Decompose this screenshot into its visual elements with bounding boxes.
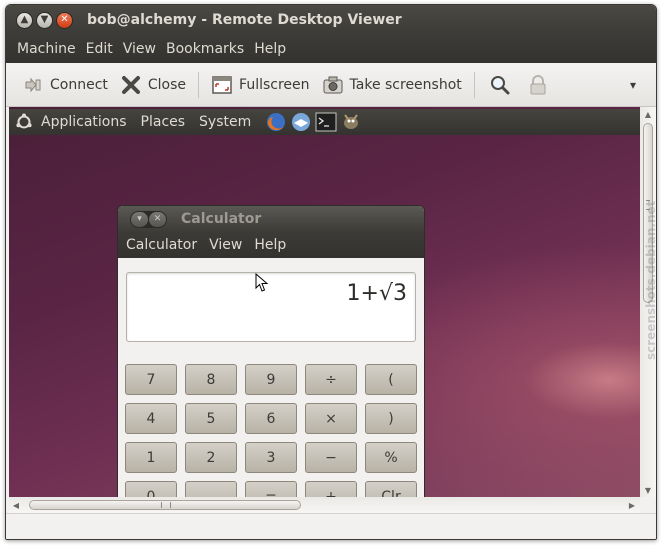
close-icon: ✕: [60, 14, 69, 25]
connect-label: Connect: [50, 76, 108, 93]
connect-button[interactable]: Connect: [16, 70, 114, 100]
lock-button[interactable]: [519, 70, 557, 100]
key-percent[interactable]: %: [365, 442, 417, 473]
key-clear[interactable]: Clr: [365, 481, 417, 497]
calc-menu-calculator[interactable]: Calculator: [120, 237, 203, 253]
key-4[interactable]: 4: [125, 403, 177, 434]
key-7[interactable]: 7: [125, 364, 177, 395]
key-decimal[interactable]: .: [185, 481, 237, 497]
maximize-button[interactable]: ▼: [36, 11, 53, 29]
toolbar: Connect Close Fullscreen Take screenshot: [6, 63, 656, 107]
panel-menu-applications[interactable]: Applications: [41, 114, 127, 130]
take-screenshot-label: Take screenshot: [349, 76, 462, 93]
window-controls: ▲ ▼ ✕: [16, 11, 73, 29]
calculator-window-controls: ▾ ✕: [130, 210, 167, 228]
scroll-down-icon[interactable]: ▼: [640, 483, 656, 497]
firefox-icon[interactable]: [265, 111, 287, 133]
calculator-title: Calculator: [181, 211, 262, 227]
calculator-menu-bar: Calculator View Help: [118, 232, 424, 258]
status-bar: [6, 513, 656, 539]
key-subtract[interactable]: −: [305, 442, 357, 473]
horizontal-scrollbar[interactable]: ◀ ▶: [9, 497, 640, 513]
mouse-pointer-icon: [255, 273, 269, 292]
thunderbird-icon[interactable]: [290, 111, 312, 133]
ubuntu-logo-icon[interactable]: [15, 113, 33, 131]
chevron-up-icon: ▲: [20, 14, 29, 25]
gimp-icon[interactable]: [340, 111, 362, 133]
calculator-close-button[interactable]: ✕: [149, 211, 166, 227]
close-window-button[interactable]: ✕: [56, 11, 73, 29]
key-3[interactable]: 3: [245, 442, 297, 473]
lock-icon: [527, 74, 549, 96]
calculator-title-bar[interactable]: ▾ ✕ Calculator: [118, 206, 424, 232]
menu-bookmarks[interactable]: Bookmarks: [161, 41, 249, 57]
panel-menu-places[interactable]: Places: [141, 114, 186, 130]
magnifier-icon: [489, 74, 511, 96]
key-equals[interactable]: =: [245, 481, 297, 497]
remote-desktop-view[interactable]: Applications Places System ▾ ✕ Calculato…: [9, 107, 640, 497]
key-1[interactable]: 1: [125, 442, 177, 473]
scroll-up-icon[interactable]: ▲: [640, 107, 656, 121]
key-add[interactable]: +: [305, 481, 357, 497]
fullscreen-icon: [211, 74, 233, 96]
menu-help[interactable]: Help: [249, 41, 291, 57]
camera-icon: [322, 74, 344, 96]
close-icon: ✕: [153, 214, 162, 224]
close-label: Close: [147, 76, 187, 93]
window-title: bob@alchemy - Remote Desktop Viewer: [87, 12, 402, 28]
key-close-paren[interactable]: ): [365, 403, 417, 434]
calculator-window: ▾ ✕ Calculator Calculator View Help 1+√3…: [117, 205, 425, 497]
toolbar-overflow-dropdown[interactable]: ▾: [630, 78, 636, 92]
take-screenshot-button[interactable]: Take screenshot: [316, 70, 468, 100]
calculator-expression: 1+√3: [346, 281, 407, 306]
terminal-icon[interactable]: [315, 111, 337, 133]
key-8[interactable]: 8: [185, 364, 237, 395]
toolbar-separator: [473, 71, 475, 98]
menu-view[interactable]: View: [118, 41, 161, 57]
horizontal-scroll-thumb[interactable]: [29, 500, 301, 510]
close-x-icon: [120, 74, 142, 96]
calc-menu-help[interactable]: Help: [248, 237, 292, 253]
calculator-minimize-button[interactable]: ▾: [131, 211, 148, 227]
key-divide[interactable]: ÷: [305, 364, 357, 395]
key-9[interactable]: 9: [245, 364, 297, 395]
scroll-left-icon[interactable]: ◀: [9, 497, 23, 513]
chevron-down-icon: ▾: [137, 214, 142, 224]
scroll-grip-icon: [161, 502, 171, 508]
key-multiply[interactable]: ×: [305, 403, 357, 434]
key-5[interactable]: 5: [185, 403, 237, 434]
calculator-display[interactable]: 1+√3: [126, 272, 416, 342]
key-2[interactable]: 2: [185, 442, 237, 473]
key-6[interactable]: 6: [245, 403, 297, 434]
calc-menu-view[interactable]: View: [203, 237, 248, 253]
menu-edit[interactable]: Edit: [81, 41, 118, 57]
calculator-keypad: 7 8 9 ÷ ( 4 5 6 × ) 1 2 3 − % 0 . = + Cl…: [125, 364, 417, 497]
minimize-button[interactable]: ▲: [16, 11, 33, 29]
toolbar-separator: [198, 71, 200, 98]
menu-bar: Machine Edit View Bookmarks Help: [6, 35, 656, 63]
connect-icon: [22, 74, 44, 96]
close-button[interactable]: Close: [114, 70, 192, 100]
panel-menu-system[interactable]: System: [199, 114, 251, 130]
gnome-top-panel: Applications Places System: [9, 109, 640, 135]
chevron-down-icon: ▼: [40, 14, 49, 25]
key-0[interactable]: 0: [125, 481, 177, 497]
menu-machine[interactable]: Machine: [12, 41, 81, 57]
fullscreen-label: Fullscreen: [239, 76, 310, 93]
watermark-text: screenshots.debian.net: [644, 200, 658, 360]
remote-desktop-viewer-window: ▲ ▼ ✕ bob@alchemy - Remote Desktop Viewe…: [5, 4, 657, 540]
zoom-button[interactable]: [481, 70, 519, 100]
scroll-right-icon[interactable]: ▶: [625, 497, 639, 513]
key-open-paren[interactable]: (: [365, 364, 417, 395]
title-bar[interactable]: ▲ ▼ ✕ bob@alchemy - Remote Desktop Viewe…: [6, 5, 656, 35]
fullscreen-button[interactable]: Fullscreen: [205, 70, 315, 100]
